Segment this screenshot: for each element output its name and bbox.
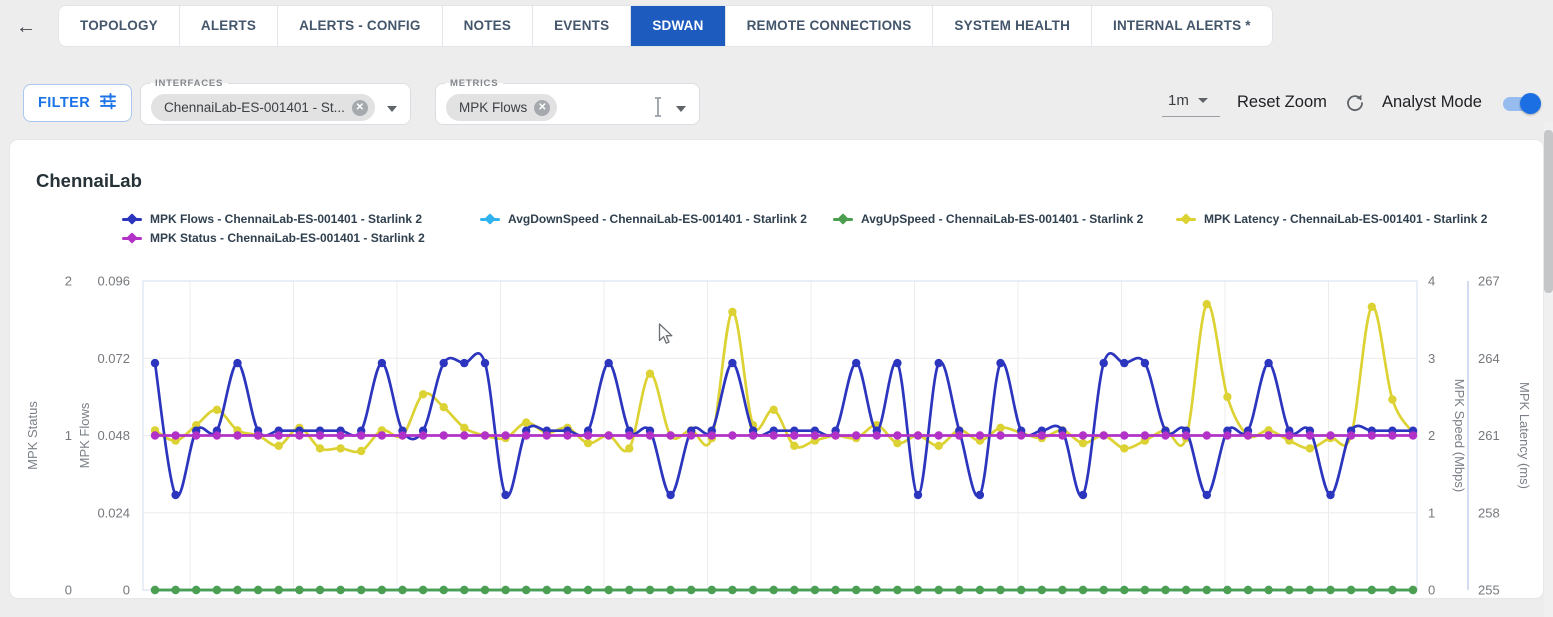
reset-zoom-button[interactable]: Reset Zoom bbox=[1237, 93, 1327, 112]
legend-item[interactable]: MPK Status - ChennaiLab-ES-001401 - Star… bbox=[122, 231, 425, 245]
legend-item[interactable]: AvgDownSpeed - ChennaiLab-ES-001401 - St… bbox=[480, 212, 807, 226]
refresh-icon[interactable] bbox=[1344, 92, 1366, 119]
chevron-down-icon[interactable] bbox=[387, 106, 397, 112]
tab-internal-alerts[interactable]: INTERNAL ALERTS * bbox=[1092, 6, 1272, 46]
legend-marker-icon bbox=[833, 214, 853, 224]
legend-marker-icon bbox=[480, 214, 500, 224]
legend-item[interactable]: MPK Latency - ChennaiLab-ES-001401 - Sta… bbox=[1176, 212, 1487, 226]
back-arrow-icon[interactable]: ← bbox=[12, 13, 40, 41]
tab-bar: TOPOLOGYALERTSALERTS - CONFIGNOTESEVENTS… bbox=[58, 5, 1273, 47]
legend-label: AvgDownSpeed - ChennaiLab-ES-001401 - St… bbox=[508, 212, 807, 226]
legend-label: MPK Status - ChennaiLab-ES-001401 - Star… bbox=[150, 231, 425, 245]
tab-alerts-config[interactable]: ALERTS - CONFIG bbox=[278, 6, 443, 46]
legend-marker-icon bbox=[1176, 214, 1196, 224]
metrics-label: METRICS bbox=[445, 78, 503, 89]
legend-label: MPK Latency - ChennaiLab-ES-001401 - Sta… bbox=[1204, 212, 1487, 226]
tab-events[interactable]: EVENTS bbox=[533, 6, 631, 46]
legend-item[interactable]: AvgUpSpeed - ChennaiLab-ES-001401 - Star… bbox=[833, 212, 1143, 226]
filter-button-label: FILTER bbox=[38, 95, 90, 111]
interfaces-label: INTERFACES bbox=[150, 78, 228, 89]
analyst-mode-toggle[interactable] bbox=[1503, 97, 1539, 111]
metrics-chip-text: MPK Flows bbox=[459, 100, 527, 115]
metrics-chip[interactable]: MPK Flows ✕ bbox=[446, 94, 557, 121]
chevron-down-icon bbox=[1198, 98, 1208, 103]
legend-label: MPK Flows - ChennaiLab-ES-001401 - Starl… bbox=[150, 212, 422, 226]
interfaces-chip[interactable]: ChennaiLab-ES-001401 - St... ✕ bbox=[151, 94, 375, 121]
filter-button[interactable]: FILTER bbox=[23, 84, 132, 122]
scrollbar-thumb[interactable] bbox=[1544, 130, 1553, 293]
legend-marker-icon bbox=[122, 233, 142, 243]
metrics-select[interactable]: METRICS MPK Flows ✕ bbox=[435, 78, 700, 125]
legend-label: AvgUpSpeed - ChennaiLab-ES-001401 - Star… bbox=[861, 212, 1143, 226]
chart-title: ChennaiLab bbox=[36, 170, 142, 192]
chevron-down-icon[interactable] bbox=[676, 106, 686, 112]
legend-item[interactable]: MPK Flows - ChennaiLab-ES-001401 - Starl… bbox=[122, 212, 422, 226]
legend-marker-icon bbox=[122, 214, 142, 224]
chart-card bbox=[10, 140, 1543, 598]
tab-topology[interactable]: TOPOLOGY bbox=[59, 6, 180, 46]
interfaces-select[interactable]: INTERFACES ChennaiLab-ES-001401 - St... … bbox=[140, 78, 411, 125]
interval-value: 1m bbox=[1168, 92, 1189, 109]
tab-sdwan[interactable]: SDWAN bbox=[631, 6, 725, 46]
chip-remove-icon[interactable]: ✕ bbox=[534, 100, 550, 116]
analyst-mode-label: Analyst Mode bbox=[1382, 93, 1482, 112]
tab-alerts[interactable]: ALERTS bbox=[180, 6, 278, 46]
toggle-knob bbox=[1520, 93, 1541, 114]
tab-system-health[interactable]: SYSTEM HEALTH bbox=[933, 6, 1092, 46]
interval-select[interactable]: 1m bbox=[1162, 88, 1220, 117]
tab-notes[interactable]: NOTES bbox=[443, 6, 534, 46]
interfaces-chip-text: ChennaiLab-ES-001401 - St... bbox=[164, 100, 345, 115]
chip-remove-icon[interactable]: ✕ bbox=[352, 100, 368, 116]
tab-remote-connections[interactable]: REMOTE CONNECTIONS bbox=[726, 6, 934, 46]
tune-icon bbox=[99, 92, 117, 114]
text-cursor-icon bbox=[653, 95, 663, 124]
